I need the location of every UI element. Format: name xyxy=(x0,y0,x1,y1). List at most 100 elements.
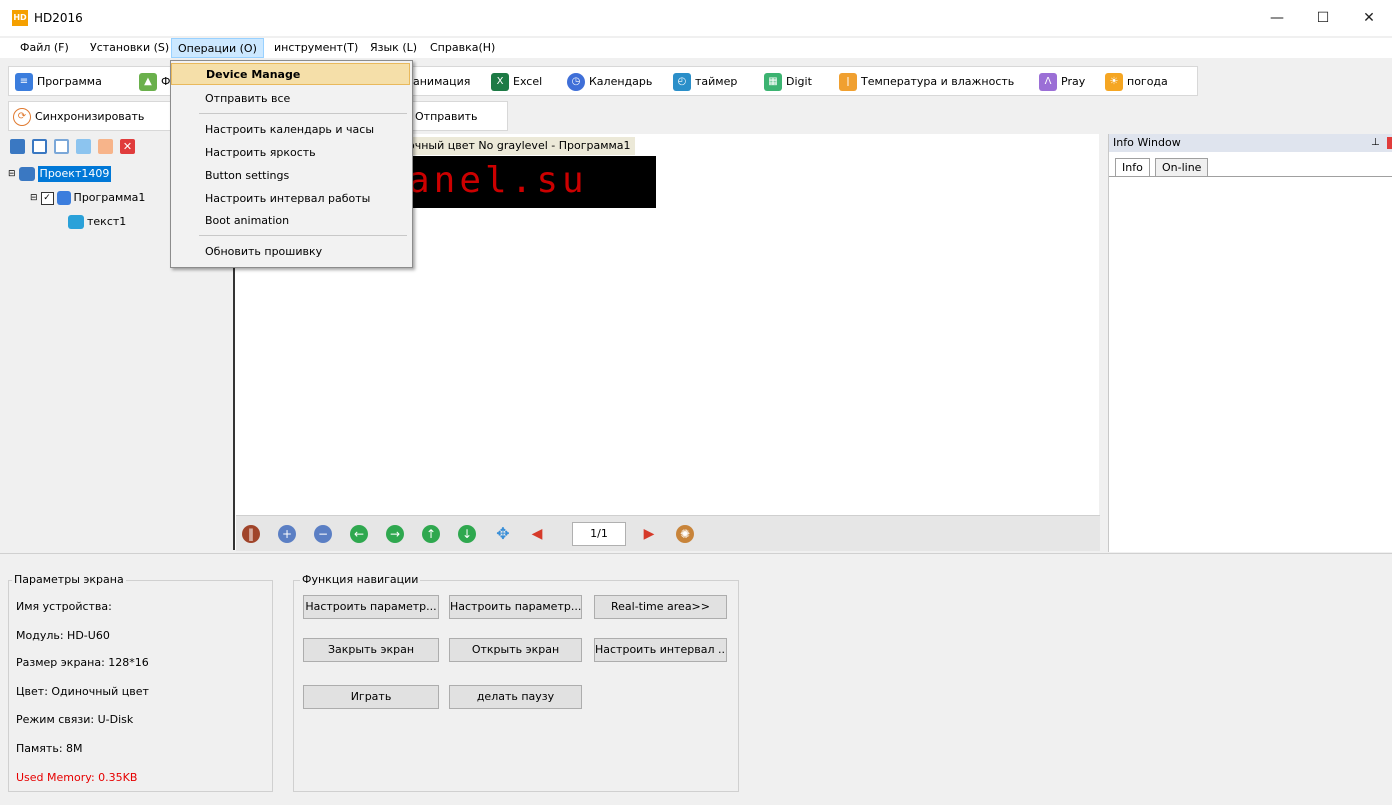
menu-help[interactable]: Справка(H) xyxy=(424,38,501,58)
send-button[interactable]: Отправить xyxy=(415,107,478,127)
text-icon xyxy=(68,215,84,229)
close-panel-icon[interactable] xyxy=(1387,137,1392,149)
menu-item-device-manage[interactable]: Device Manage xyxy=(171,63,410,85)
program-label: Программа xyxy=(37,75,102,88)
tree-program[interactable]: ⊟ ✓ Программа1 xyxy=(30,190,145,206)
module-label: Модуль: HD-U60 xyxy=(16,629,110,642)
set-interval-button[interactable]: Настроить интервал ... xyxy=(594,638,727,662)
app-icon: HD xyxy=(12,10,28,26)
pause-icon[interactable]: ‖ xyxy=(242,525,260,543)
preview-navbar: ‖ + − ← → ↑ ↓ ✥ ◀ 1/1 ▶ ✺ xyxy=(236,515,1100,551)
minimize-button[interactable]: — xyxy=(1254,0,1300,36)
window-title: HD2016 xyxy=(34,11,83,25)
tab-divider xyxy=(1109,176,1392,177)
menu-tools[interactable]: инструмент(T) xyxy=(268,38,364,58)
timer-label: таймер xyxy=(695,75,738,88)
temperature-button[interactable]: ǀ Температура и влажность xyxy=(839,72,1014,92)
menu-item-boot-animation[interactable]: Boot animation xyxy=(171,210,410,232)
pray-button[interactable]: Λ Pray xyxy=(1039,72,1085,92)
delete-icon[interactable]: ✕ xyxy=(120,139,135,154)
digit-button[interactable]: ▦ Digit xyxy=(764,72,812,92)
calendar-label: Календарь xyxy=(589,75,653,88)
tree-project[interactable]: ⊟ Проект1409 xyxy=(8,166,112,182)
settings-wheel-icon[interactable]: ✺ xyxy=(676,525,694,543)
tab-online[interactable]: On-line xyxy=(1155,158,1209,177)
program-button[interactable]: ≡ Программа xyxy=(15,72,102,92)
close-button[interactable]: ✕ xyxy=(1346,0,1392,36)
move-icon[interactable]: ✥ xyxy=(494,525,512,543)
sync-icon: ⟳ xyxy=(13,108,31,126)
weather-button[interactable]: ☀ погода xyxy=(1105,72,1168,92)
pray-label: Pray xyxy=(1061,75,1086,88)
photo-button[interactable]: ▲ Ф xyxy=(139,72,170,92)
tree-project-label: Проект1409 xyxy=(37,166,112,182)
add-program-icon[interactable] xyxy=(32,139,47,154)
menu-item-brightness[interactable]: Настроить яркость xyxy=(171,142,410,164)
pray-icon: Λ xyxy=(1039,73,1057,91)
pin-icon[interactable]: ⊥ xyxy=(1371,134,1380,152)
arrow-right-icon[interactable]: → xyxy=(386,525,404,543)
arrow-up-icon[interactable]: ↑ xyxy=(422,525,440,543)
menu-bar: Файл (F) Установки (S) Операции (O) инст… xyxy=(0,38,1392,58)
timer-icon: ◴ xyxy=(673,73,691,91)
info-window: Info Window ⊥ Info On-line xyxy=(1108,134,1392,552)
checkbox-icon[interactable]: ✓ xyxy=(40,191,54,205)
menu-settings[interactable]: Установки (S) xyxy=(84,38,175,58)
arrow-down-icon[interactable]: ↓ xyxy=(458,525,476,543)
screen-size-label: Размер экрана: 128*16 xyxy=(16,656,149,669)
menu-item-calendar-clock[interactable]: Настроить календарь и часы xyxy=(171,119,410,141)
pause-button[interactable]: делать паузу xyxy=(449,685,582,709)
menu-item-firmware-update[interactable]: Обновить прошивку xyxy=(171,241,410,263)
move-down-icon[interactable] xyxy=(98,139,113,154)
menu-file[interactable]: Файл (F) xyxy=(14,38,75,58)
menu-language[interactable]: Язык (L) xyxy=(364,38,423,58)
clock-icon: ◷ xyxy=(567,73,585,91)
zoom-in-icon[interactable]: + xyxy=(278,525,296,543)
weather-label: погода xyxy=(1127,75,1168,88)
sync-button[interactable]: ⟳ Синхронизировать xyxy=(13,107,144,127)
arrow-left-icon[interactable]: ← xyxy=(350,525,368,543)
color-label: Цвет: Одиночный цвет xyxy=(16,685,149,698)
animation-label: анимация xyxy=(413,75,471,88)
screen-icon xyxy=(18,167,35,181)
calendar-button[interactable]: ◷ Календарь xyxy=(567,72,652,92)
digit-icon: ▦ xyxy=(764,73,782,91)
tree-toolbar: ✕ xyxy=(10,139,160,157)
set-param-button-2[interactable]: Настроить параметр... xyxy=(449,595,582,619)
tab-info[interactable]: Info xyxy=(1115,158,1150,177)
realtime-area-button[interactable]: Real-time area>> xyxy=(594,595,727,619)
add-screen-icon[interactable] xyxy=(10,139,25,154)
menu-item-work-interval[interactable]: Настроить интервал работы xyxy=(171,188,410,210)
photo-icon: ▲ xyxy=(139,73,157,91)
timer-button[interactable]: ◴ таймер xyxy=(673,72,737,92)
next-page-icon[interactable]: ▶ xyxy=(640,525,658,543)
play-button[interactable]: Играть xyxy=(303,685,439,709)
copy-icon[interactable] xyxy=(54,139,69,154)
operations-dropdown: Device Manage Отправить все Настроить ка… xyxy=(170,60,413,268)
send-label: Отправить xyxy=(415,110,478,123)
info-window-header: Info Window ⊥ xyxy=(1109,134,1392,152)
zoom-out-icon[interactable]: − xyxy=(314,525,332,543)
menu-separator xyxy=(199,235,407,236)
move-up-icon[interactable] xyxy=(76,139,91,154)
prev-page-icon[interactable]: ◀ xyxy=(528,525,546,543)
canvas-header: очный цвет No graylevel - Программа1 xyxy=(408,137,635,155)
tree-text[interactable]: текст1 xyxy=(68,214,126,230)
program-icon: ≡ xyxy=(15,73,33,91)
temperature-label: Температура и влажность xyxy=(861,75,1015,88)
set-param-button-1[interactable]: Настроить параметр... xyxy=(303,595,439,619)
digit-label: Digit xyxy=(786,75,812,88)
weather-icon: ☀ xyxy=(1105,73,1123,91)
menu-item-button-settings[interactable]: Button settings xyxy=(171,165,410,187)
screen-params-title: Параметры экрана xyxy=(12,573,126,586)
open-screen-button[interactable]: Открыть экран xyxy=(449,638,582,662)
used-memory-label: Used Memory: 0.35KB xyxy=(16,771,138,784)
menu-item-send-all[interactable]: Отправить все xyxy=(171,88,410,110)
maximize-button[interactable]: ☐ xyxy=(1300,0,1346,36)
collapse-icon: ⊟ xyxy=(30,193,38,203)
excel-button[interactable]: X Excel xyxy=(491,72,542,92)
sync-label: Синхронизировать xyxy=(35,110,145,123)
menu-operations[interactable]: Операции (O) xyxy=(171,38,264,58)
animation-button[interactable]: анимация xyxy=(413,72,470,92)
close-screen-button[interactable]: Закрыть экран xyxy=(303,638,439,662)
